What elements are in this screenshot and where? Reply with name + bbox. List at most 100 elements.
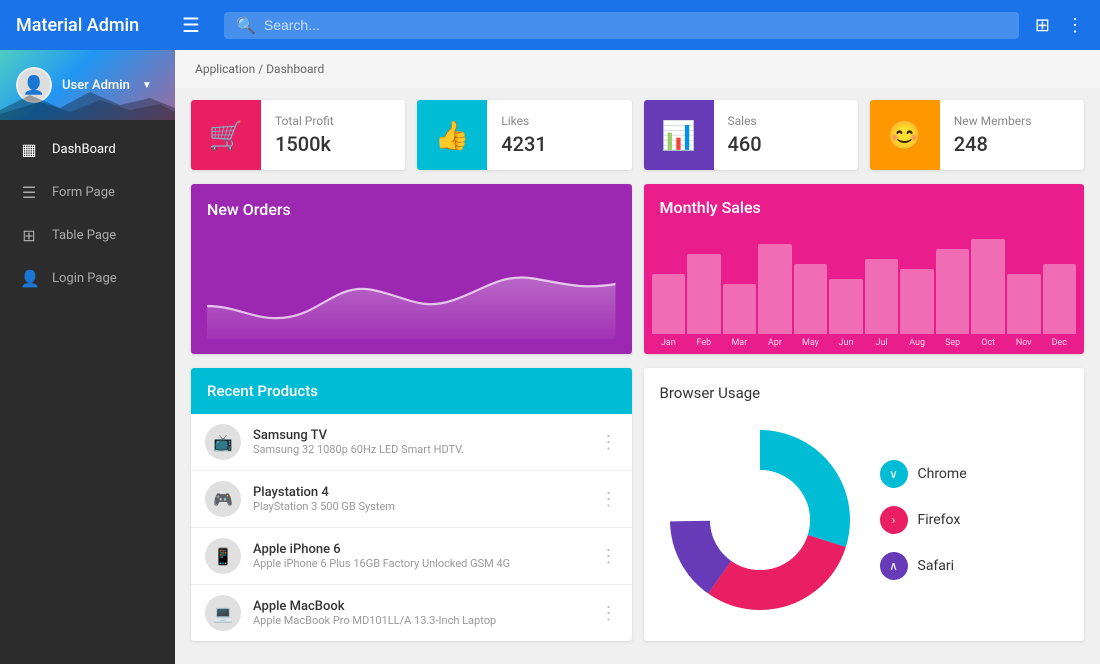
stat-card-info: Sales 460	[714, 104, 776, 166]
product-name: Apple MacBook	[253, 599, 588, 614]
product-list: 📺 Samsung TV Samsung 32 1080p 60Hz LED S…	[191, 414, 632, 641]
login-icon: 👤	[20, 269, 38, 288]
more-icon[interactable]: ⋮	[600, 603, 618, 624]
sidebar-item-dashboard[interactable]: ▦ DashBoard	[0, 128, 175, 171]
month-label: Dec	[1052, 338, 1067, 354]
month-bar	[936, 249, 970, 334]
more-icon[interactable]: ⋮	[600, 489, 618, 510]
content-area: 🛒 Total Profit 1500k 👍 Likes 4231 📊	[175, 88, 1100, 653]
stat-card-total-profit: 🛒 Total Profit 1500k	[191, 100, 405, 170]
form-icon: ☰	[20, 183, 38, 202]
product-icon: 📱	[205, 538, 241, 574]
sidebar-item-label: Login Page	[52, 271, 117, 286]
month-bar-group: Dec	[1043, 264, 1077, 354]
grid-icon[interactable]: ⊞	[1035, 15, 1050, 36]
new-orders-card: New Orders	[191, 184, 632, 354]
stat-card-likes: 👍 Likes 4231	[417, 100, 631, 170]
sales-icon: 📊	[644, 100, 714, 170]
more-icon[interactable]: ⋮	[600, 546, 618, 567]
table-icon: ⊞	[20, 226, 38, 245]
product-icon: 💻	[205, 595, 241, 631]
month-label: Aug	[909, 338, 925, 354]
month-label: Sep	[945, 338, 960, 354]
month-bar-group: Aug	[900, 269, 934, 354]
charts-row: New Orders Monthly Sales	[191, 184, 1084, 354]
month-bar	[829, 279, 863, 334]
stat-value: 248	[954, 132, 1032, 156]
stat-card-info: Total Profit 1500k	[261, 104, 348, 166]
browser-usage-card: Browser Usage ∨ Chrome	[644, 368, 1085, 641]
monthly-sales-card: Monthly Sales Jan Feb Mar Apr May Jun Ju…	[644, 184, 1085, 354]
month-label: Jun	[839, 338, 854, 354]
month-bar-group: Mar	[723, 284, 757, 354]
month-bar	[900, 269, 934, 334]
hamburger-icon[interactable]: ☰	[182, 13, 200, 37]
month-bar	[758, 244, 792, 334]
month-bar-group: Feb	[687, 254, 721, 354]
browser-color-dot: ›	[880, 506, 908, 534]
product-icon: 🎮	[205, 481, 241, 517]
list-item[interactable]: 💻 Apple MacBook Apple MacBook Pro MD101L…	[191, 585, 632, 641]
sidebar-item-form[interactable]: ☰ Form Page	[0, 171, 175, 214]
sidebar-item-login[interactable]: 👤 Login Page	[0, 257, 175, 300]
month-bar-group: Sep	[936, 249, 970, 354]
search-icon: 🔍	[236, 16, 256, 35]
stat-label: Likes	[501, 114, 546, 128]
stat-label: New Members	[954, 114, 1032, 128]
list-item[interactable]: 📱 Apple iPhone 6 Apple iPhone 6 Plus 16G…	[191, 528, 632, 585]
month-bar	[865, 259, 899, 334]
month-bar	[971, 239, 1005, 334]
list-item[interactable]: 📺 Samsung TV Samsung 32 1080p 60Hz LED S…	[191, 414, 632, 471]
topbar-actions: ⊞ ⋮	[1035, 15, 1084, 36]
stat-value: 1500k	[275, 132, 334, 156]
stat-card-new-members: 😊 New Members 248	[870, 100, 1084, 170]
stat-card-sales: 📊 Sales 460	[644, 100, 858, 170]
sidebar-item-table[interactable]: ⊞ Table Page	[0, 214, 175, 257]
browser-usage-title: Browser Usage	[660, 384, 1069, 402]
browser-color-dot: ∧	[880, 552, 908, 580]
stat-label: Sales	[728, 114, 762, 128]
new-orders-chart	[207, 229, 616, 339]
month-label: Mar	[731, 338, 747, 354]
stat-cards: 🛒 Total Profit 1500k 👍 Likes 4231 📊	[191, 100, 1084, 170]
sidebar-item-label: Table Page	[52, 228, 116, 243]
product-info: Playstation 4 PlayStation 3 500 GB Syste…	[253, 485, 588, 513]
month-bar	[723, 284, 757, 334]
product-icon: 📺	[205, 424, 241, 460]
month-bar	[687, 254, 721, 334]
browser-name: Firefox	[918, 512, 961, 528]
more-icon[interactable]: ⋮	[1066, 15, 1084, 36]
search-input[interactable]	[264, 17, 1007, 33]
browser-name: Chrome	[918, 466, 967, 482]
stat-card-info: New Members 248	[940, 104, 1046, 166]
new-members-icon: 😊	[870, 100, 940, 170]
list-item[interactable]: 🎮 Playstation 4 PlayStation 3 500 GB Sys…	[191, 471, 632, 528]
month-label: Jul	[875, 338, 887, 354]
month-bar-group: Jul	[865, 259, 899, 354]
browser-name: Safari	[918, 558, 955, 574]
browser-legend: ∨ Chrome › Firefox ∧ Safari	[880, 460, 967, 580]
product-desc: Samsung 32 1080p 60Hz LED Smart HDTV.	[253, 443, 588, 456]
dashboard-icon: ▦	[20, 140, 38, 159]
sidebar-item-label: Form Page	[52, 185, 115, 200]
sidebar-item-label: DashBoard	[52, 142, 116, 157]
browser-color-dot: ∨	[880, 460, 908, 488]
total-profit-icon: 🛒	[191, 100, 261, 170]
stat-value: 4231	[501, 132, 546, 156]
sidebar: 👤 User Admin ▼ ▦ DashBoard ☰ Form Page ⊞…	[0, 50, 175, 664]
browser-usage-body: ∨ Chrome › Firefox ∧ Safari	[660, 414, 1069, 625]
month-bar	[1043, 264, 1077, 334]
app-title: Material Admin	[16, 15, 166, 36]
main-content: Application / Dashboard 🛒 Total Profit 1…	[175, 50, 1100, 664]
donut-chart	[660, 420, 860, 620]
month-bar-group: Jun	[829, 279, 863, 354]
month-bar	[1007, 274, 1041, 334]
monthly-sales-title: Monthly Sales	[644, 184, 1085, 225]
product-info: Apple iPhone 6 Apple iPhone 6 Plus 16GB …	[253, 542, 588, 570]
month-bar-group: Jan	[652, 274, 686, 354]
product-info: Apple MacBook Apple MacBook Pro MD101LL/…	[253, 599, 588, 627]
month-bar	[794, 264, 828, 334]
breadcrumb: Application / Dashboard	[175, 50, 1100, 88]
sidebar-nav: ▦ DashBoard ☰ Form Page ⊞ Table Page 👤 L…	[0, 120, 175, 308]
more-icon[interactable]: ⋮	[600, 432, 618, 453]
